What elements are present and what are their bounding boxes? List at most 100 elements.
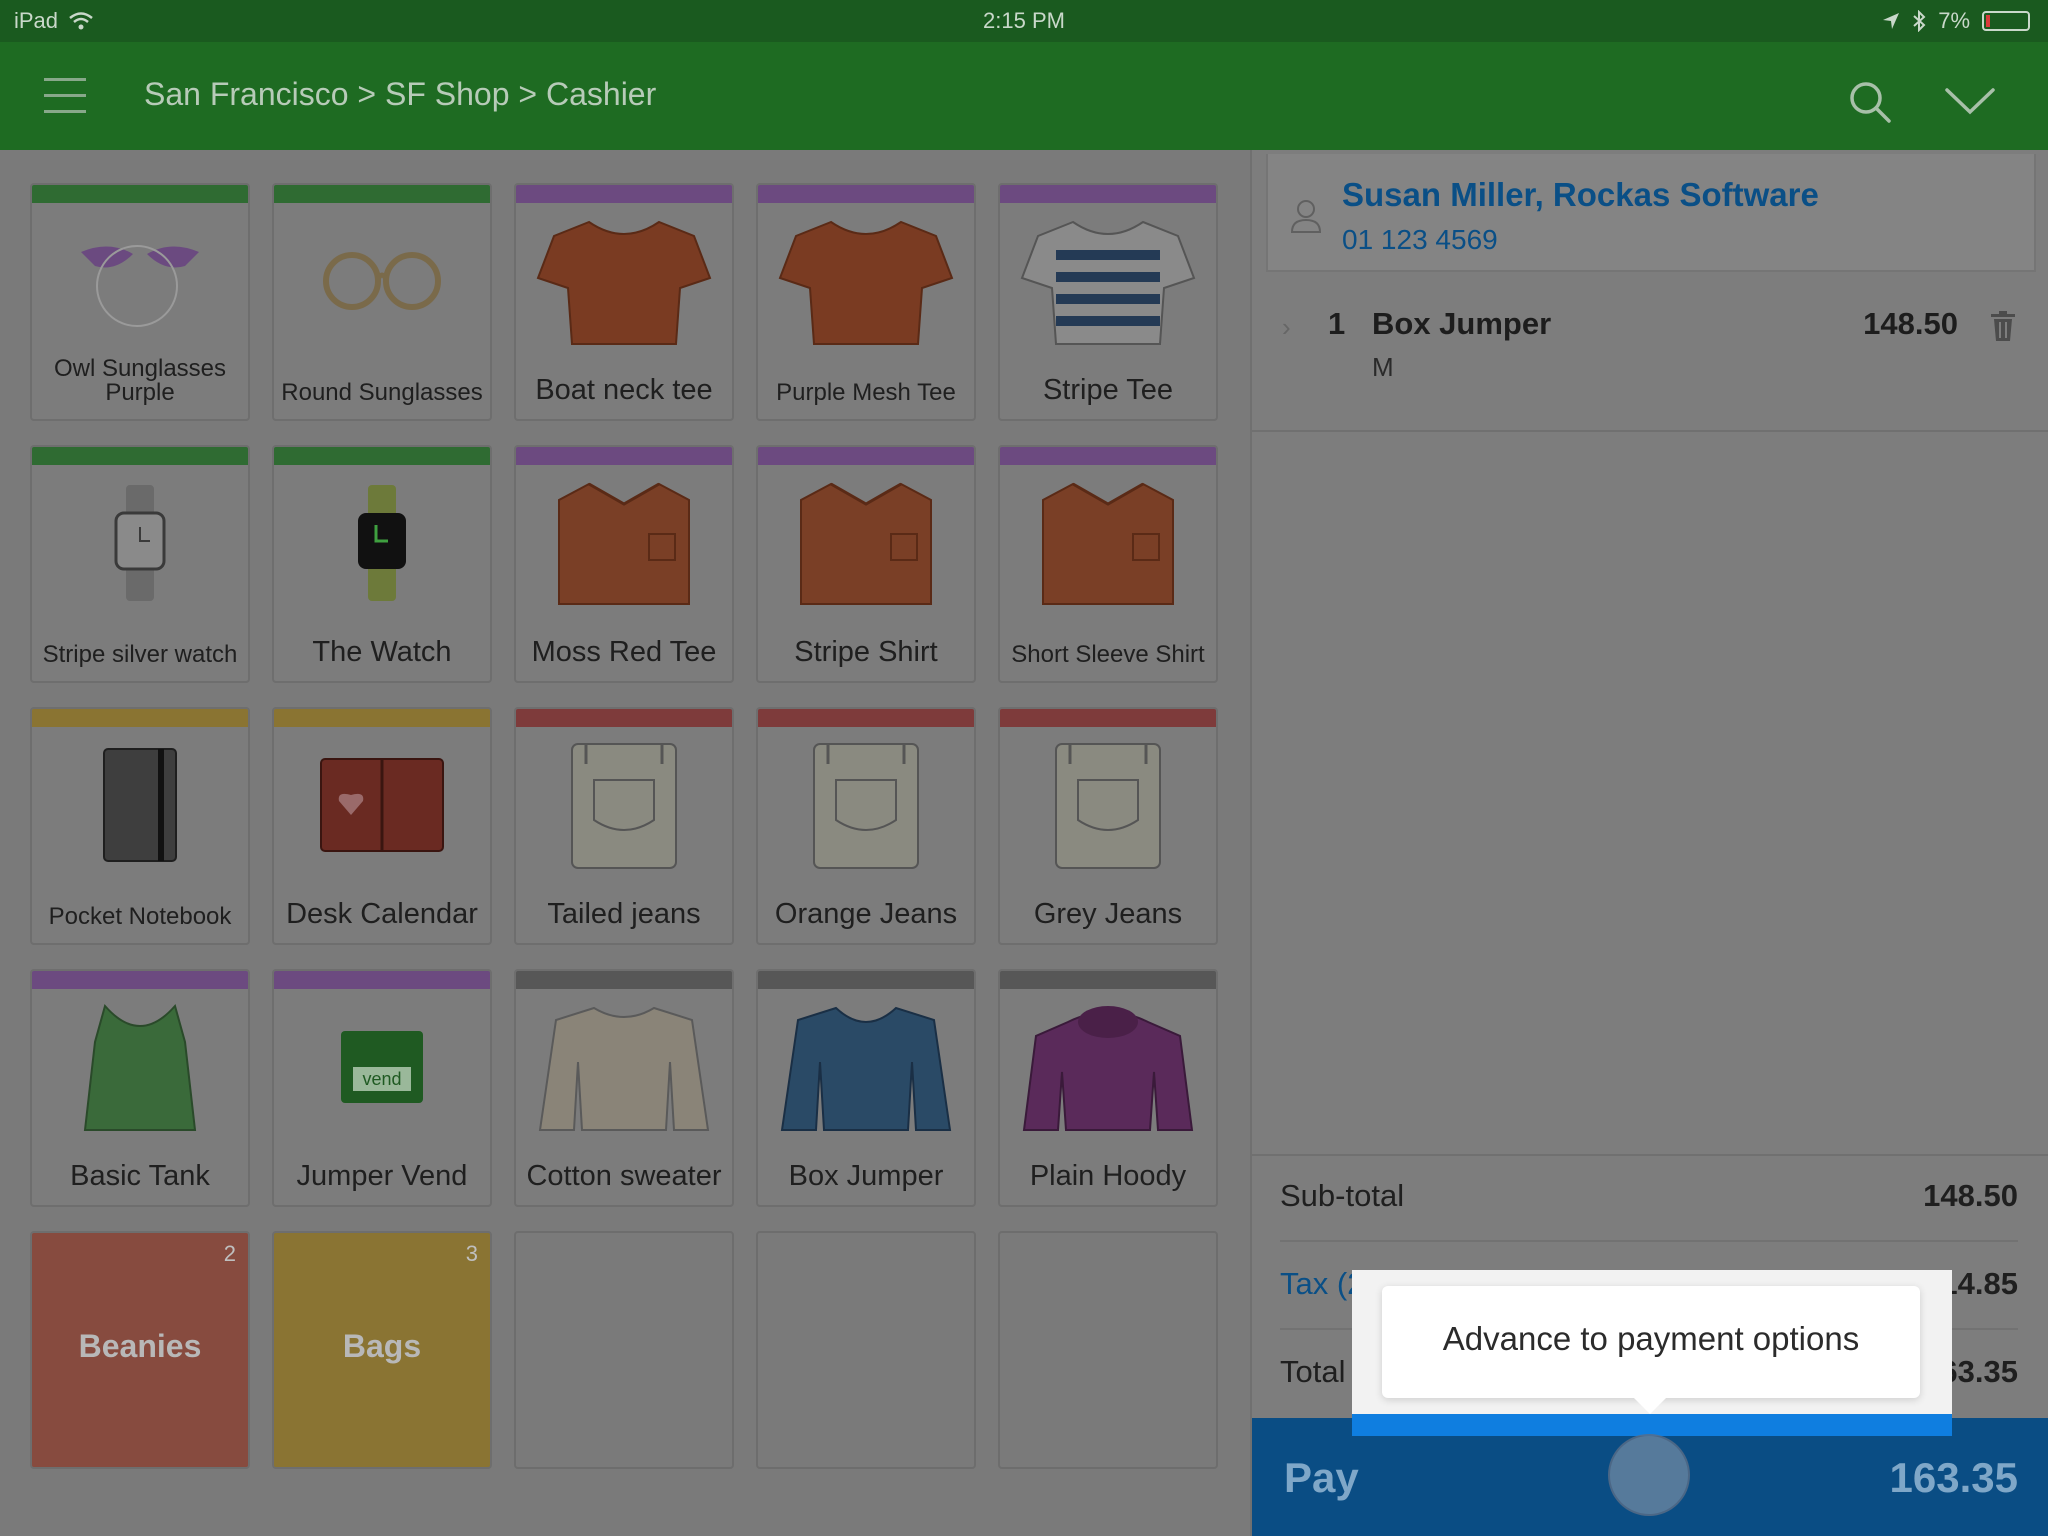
product-tile[interactable]: Plain Hoody [998,969,1218,1207]
line-item-qty: 1 [1328,306,1346,341]
product-tile[interactable]: Pocket Notebook [30,707,250,945]
line-item[interactable]: › 1 Box Jumper M 148.50 [1252,282,2048,432]
person-icon [1290,200,1322,233]
category-bar [516,971,732,989]
chevron-right-icon[interactable]: › [1282,312,1291,343]
product-tile[interactable]: Box Jumper [756,969,976,1207]
category-bar [516,447,732,465]
customer-card[interactable]: Susan Miller, Rockas Software 01 123 456… [1266,154,2036,272]
product-tile[interactable]: Boat neck tee [514,183,734,421]
category-bar [758,185,974,203]
product-tile[interactable]: Desk Calendar [272,707,492,945]
product-tile[interactable]: Moss Red Tee [514,445,734,683]
line-item-variant: M [1372,352,1394,382]
tank-top-icon [32,997,248,1137]
category-bar [1000,971,1216,989]
category-bar [274,709,490,727]
product-label: Stripe silver watch [42,641,238,668]
product-label: Stripe Shirt [794,636,938,668]
product-label: Tailed jeans [547,898,701,930]
category-bar [32,709,248,727]
folder-tile[interactable]: 3 Bags [272,1231,492,1469]
product-label: Stripe Tee [1042,374,1174,406]
product-tile[interactable]: Orange Jeans [756,707,976,945]
trash-icon[interactable] [1990,310,2016,342]
total-label: Total [1280,1354,1346,1389]
product-tile[interactable]: Owl Sunglasses Purple [30,183,250,421]
round-sunglasses-icon [274,211,490,351]
jeans-icon [1000,735,1216,875]
product-tile[interactable]: Grey Jeans [998,707,1218,945]
product-label: Owl Sunglasses Purple [53,355,227,406]
pay-amount: 163.35 [1889,1454,2018,1501]
category-bar [274,971,490,989]
product-tile[interactable]: Stripe silver watch [30,445,250,683]
customer-phone[interactable]: 01 123 4569 [1342,224,1498,256]
product-tile[interactable]: The Watch [272,445,492,683]
category-bar [758,709,974,727]
shirt-icon [758,473,974,613]
product-tile[interactable]: Basic Tank [30,969,250,1207]
svg-text:vend: vend [362,1069,401,1089]
category-bar [758,971,974,989]
product-label: Pocket Notebook [48,903,232,930]
product-label: Desk Calendar [286,898,478,930]
jeans-icon [516,735,732,875]
product-label: Orange Jeans [774,898,958,930]
empty-tile [514,1231,734,1469]
category-bar [32,185,248,203]
product-label: Short Sleeve Shirt [1011,641,1205,668]
category-bar [516,185,732,203]
shirt-icon [516,473,732,613]
search-icon[interactable] [1848,80,1892,124]
bluetooth-icon [1913,10,1926,32]
touch-indicator [1608,1434,1690,1516]
tshirt-icon [516,211,732,351]
product-label: Moss Red Tee [531,636,717,668]
line-item-name: Box Jumper [1372,306,1552,341]
clock: 2:15 PM [983,8,1065,33]
smartwatch-icon [274,473,490,613]
product-label: The Watch [312,636,452,668]
pay-label: Pay [1284,1454,1359,1501]
product-tile[interactable]: Purple Mesh Tee [756,183,976,421]
empty-tile [756,1231,976,1469]
product-tile[interactable]: Tailed jeans [514,707,734,945]
stripe-tshirt-icon [1000,211,1216,351]
product-tile[interactable]: Cotton sweater [514,969,734,1207]
tax-value: 14.85 [1940,1266,2018,1301]
battery-icon [1982,11,2030,31]
chevron-down-icon[interactable] [1944,86,1996,116]
folder-label: Beanies [78,1328,202,1364]
category-bar [516,709,732,727]
sweater-icon [516,997,732,1137]
folder-count: 2 [223,1241,236,1266]
folder-tile[interactable]: 2 Beanies [30,1231,250,1469]
subtotal-value: 148.50 [1923,1178,2018,1213]
product-grid: Owl Sunglasses Purple Round Sunglasses Boa… [30,183,1220,1469]
product-label: Basic Tank [70,1160,210,1192]
folder-label: Bags [342,1328,422,1364]
category-bar [32,971,248,989]
jumper-icon [758,997,974,1137]
category-bar [274,447,490,465]
menu-icon[interactable] [44,78,86,116]
product-tile[interactable]: Short Sleeve Shirt [998,445,1218,683]
customer-name[interactable]: Susan Miller, Rockas Software [1342,176,1819,214]
empty-tile [998,1231,1218,1469]
product-tile[interactable]: Stripe Tee [998,183,1218,421]
category-bar [1000,709,1216,727]
product-tile[interactable]: Stripe Shirt [756,445,976,683]
tshirt-icon [758,211,974,351]
product-label: Cotton sweater [526,1160,722,1192]
subtotal-row: Sub-total 148.50 [1280,1156,2018,1242]
product-label: Purple Mesh Tee [776,379,956,406]
product-tile[interactable]: vend Jumper Vend [272,969,492,1207]
category-bar [1000,185,1216,203]
tooltip-text: Advance to payment options [1442,1320,1860,1357]
vend-tee-icon: vend [274,997,490,1137]
product-tile[interactable]: Round Sunglasses [272,183,492,421]
category-bar [1000,447,1216,465]
location-icon [1883,13,1900,29]
breadcrumb[interactable]: San Francisco > SF Shop > Cashier [144,76,656,113]
